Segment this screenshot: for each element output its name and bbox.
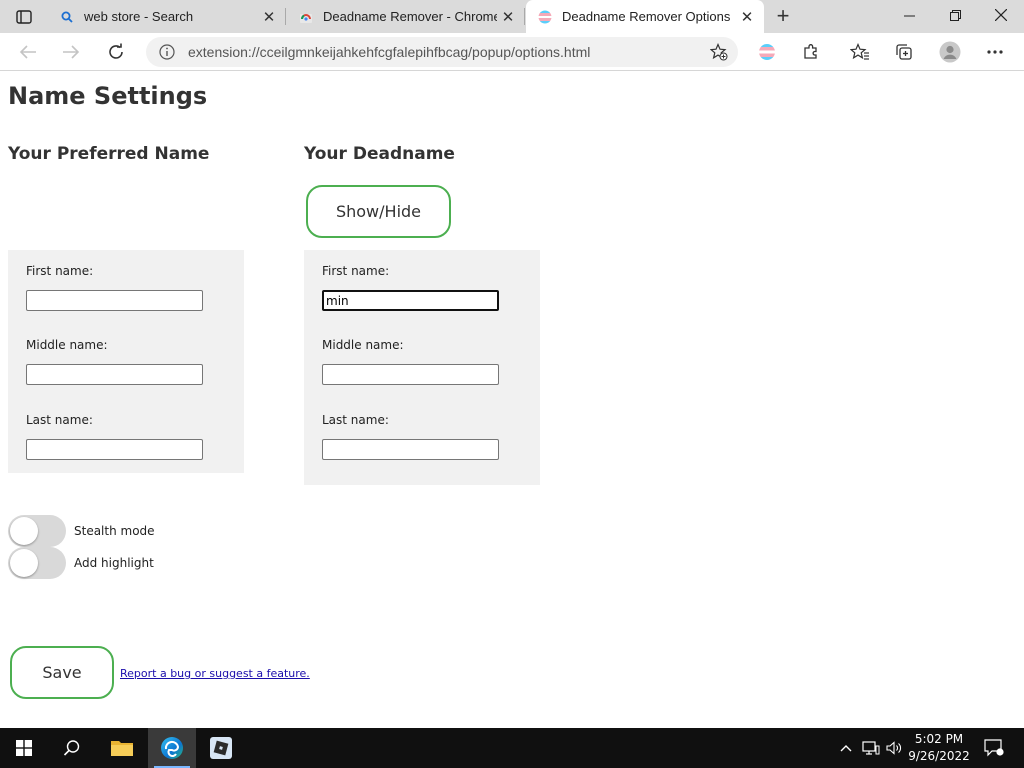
favorites-icon[interactable] (848, 40, 872, 64)
tab-label: Deadname Remover Options (562, 9, 731, 24)
browser-tab-strip: web store - Search ✕ Deadname Remover - … (0, 0, 1024, 33)
tab-web-store-search[interactable]: web store - Search ✕ (48, 0, 286, 33)
deadname-heading: Your Deadname (304, 144, 455, 164)
close-tab-icon[interactable]: ✕ (497, 6, 519, 28)
deadname-panel: First name: Middle name: Last name: (304, 250, 540, 485)
clock-time: 5:02 PM (914, 732, 964, 746)
address-bar[interactable]: extension://cceilgmnkeijahkehfcgfalepihf… (146, 37, 738, 67)
preferred-first-name-input[interactable] (26, 290, 203, 311)
refresh-icon[interactable] (102, 38, 130, 66)
tab-deadname-remover-webstore[interactable]: Deadname Remover - Chrome W ✕ (287, 0, 525, 33)
close-tab-icon[interactable]: ✕ (258, 6, 280, 28)
page-title: Name Settings (8, 82, 208, 110)
toggle-knob (10, 517, 38, 545)
minimize-window-icon[interactable] (886, 0, 932, 30)
more-options-icon[interactable] (983, 40, 1007, 64)
collections-icon[interactable] (892, 40, 916, 64)
deadname-last-name-label: Last name: (322, 413, 389, 427)
show-hide-button[interactable]: Show/Hide (306, 185, 451, 238)
deadname-middle-name-label: Middle name: (322, 338, 404, 352)
preferred-name-heading: Your Preferred Name (8, 144, 210, 164)
edge-browser-icon[interactable] (148, 728, 196, 768)
toggle-knob (10, 549, 38, 577)
extensions-puzzle-icon[interactable] (799, 40, 823, 64)
back-arrow-icon[interactable] (14, 38, 42, 66)
preferred-name-panel: First name: Middle name: Last name: (8, 250, 244, 473)
add-highlight-label: Add highlight (74, 556, 154, 570)
forward-arrow-icon[interactable] (57, 38, 85, 66)
chrome-webstore-icon (299, 10, 313, 24)
stealth-mode-label: Stealth mode (74, 524, 155, 538)
taskbar-search-icon[interactable] (48, 728, 96, 768)
preferred-middle-name-input[interactable] (26, 364, 203, 385)
profile-avatar-icon[interactable] (938, 40, 962, 64)
save-button[interactable]: Save (10, 646, 114, 699)
notifications-icon[interactable] (980, 728, 1008, 768)
start-button-windows-icon[interactable] (0, 728, 48, 768)
roblox-app-icon[interactable] (197, 728, 245, 768)
new-tab-button[interactable]: + (770, 3, 796, 29)
windows-taskbar: 5:02 PM 9/26/2022 (0, 728, 1024, 768)
network-icon[interactable] (860, 728, 882, 768)
add-highlight-toggle[interactable] (8, 547, 66, 579)
browser-toolbar: extension://cceilgmnkeijahkehfcgfalepihf… (0, 33, 1024, 71)
preferred-last-name-input[interactable] (26, 439, 203, 460)
preferred-middle-name-label: Middle name: (26, 338, 108, 352)
url-text: extension://cceilgmnkeijahkehfcgfalepihf… (188, 44, 591, 60)
tab-label: Deadname Remover - Chrome W (323, 9, 497, 24)
deadname-remover-extension-icon[interactable] (755, 40, 779, 64)
site-info-icon[interactable] (158, 43, 176, 61)
add-favorite-icon[interactable] (709, 42, 728, 61)
deadname-first-name-input[interactable] (322, 290, 499, 311)
search-icon (60, 10, 74, 24)
tab-actions-icon[interactable] (6, 4, 42, 30)
clock-date: 9/26/2022 (908, 749, 970, 763)
close-window-icon[interactable] (978, 0, 1024, 30)
deadname-middle-name-input[interactable] (322, 364, 499, 385)
tab-label: web store - Search (84, 9, 194, 24)
taskbar-clock[interactable]: 5:02 PM 9/26/2022 (900, 731, 978, 765)
deadname-remover-icon (538, 10, 552, 24)
stealth-mode-toggle[interactable] (8, 515, 66, 547)
close-tab-icon[interactable]: ✕ (736, 6, 758, 28)
preferred-first-name-label: First name: (26, 264, 94, 278)
tab-deadname-remover-options[interactable]: Deadname Remover Options ✕ (526, 0, 764, 33)
report-bug-link[interactable]: Report a bug or suggest a feature. (120, 667, 310, 680)
deadname-last-name-input[interactable] (322, 439, 499, 460)
deadname-first-name-label: First name: (322, 264, 390, 278)
options-page: Name Settings Your Preferred Name Your D… (0, 72, 1024, 728)
file-explorer-icon[interactable] (98, 728, 146, 768)
show-hidden-icons-chevron-icon[interactable] (836, 728, 856, 768)
preferred-last-name-label: Last name: (26, 413, 93, 427)
restore-window-icon[interactable] (932, 0, 978, 30)
